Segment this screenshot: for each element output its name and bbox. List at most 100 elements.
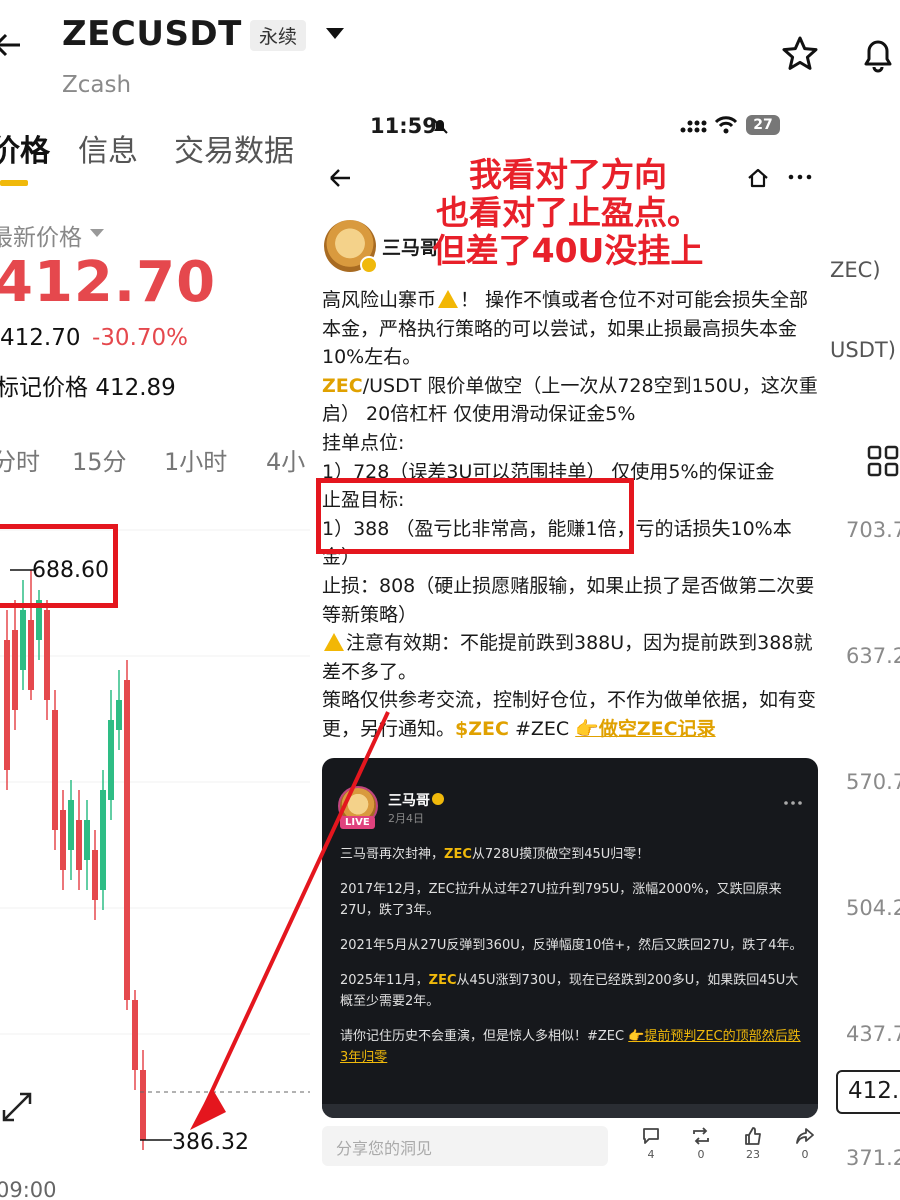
main-tabs: 价格 信息 交易数据 (0, 120, 310, 190)
interval-4h[interactable]: 4小 (266, 442, 305, 477)
mark-price-label: 标记价格 (0, 375, 88, 401)
time-axis-label: 09:00 (0, 1178, 57, 1200)
post-paragraph: 高风险山寨币！ 操作不慎或者仓位不对可能会损失全部本金，严格执行策略的可以尝试，… (322, 286, 820, 372)
star-icon[interactable] (780, 34, 820, 74)
hashtag-link[interactable]: #ZEC (509, 718, 575, 740)
zec-tag[interactable]: ZEC (322, 375, 363, 397)
share-icon (796, 1128, 814, 1144)
candle-body (20, 610, 26, 670)
quoted-paragraph: 三马哥再次封神，ZEC从728U摸顶做空到45U归零！ (340, 844, 806, 865)
candle-body (44, 610, 50, 700)
candle-body (84, 820, 90, 860)
pair-title[interactable]: ZECUSDT (62, 14, 242, 54)
signal-icon (680, 120, 707, 133)
warning-icon (438, 290, 459, 308)
candle-body (28, 620, 34, 690)
repost-action[interactable]: 0 (686, 1126, 716, 1161)
back-arrow-icon[interactable] (0, 30, 22, 60)
candle-body (108, 720, 114, 800)
quoted-paragraph: 2021年5月从27U反弹到360U，反弹幅度10倍+，然后又跌回27U，跌了4… (340, 938, 803, 953)
zec-tag[interactable]: ZEC (429, 973, 457, 988)
comment-bar: 分享您的洞见 4 0 23 0 (312, 1120, 830, 1180)
chevron-down-icon[interactable] (326, 28, 344, 39)
quoted-post-card[interactable]: LIVE 三马哥 2月4日 三马哥再次封神，ZEC从728U摸顶做空到45U归零… (322, 758, 818, 1118)
share-action[interactable]: 0 (790, 1126, 820, 1161)
candle-body (100, 790, 106, 890)
quoted-image-strip (322, 1104, 818, 1118)
quoted-post-text: 三马哥再次封神，ZEC从728U摸顶做空到45U归零！ 2017年12月，ZEC… (340, 844, 806, 1082)
phone-screenshot: 11:59 27 我看对了方向 也看对了止盈点。 但差了40U没挂上 三马哥 高… (312, 100, 830, 1180)
avatar[interactable] (324, 220, 378, 274)
post-paragraph: 止损：808（硬止损愿赌服输，如果止损了是否做第二次要等新策略） (322, 574, 815, 626)
tab-price[interactable]: 价格 (0, 126, 50, 170)
grid-view-icon[interactable] (866, 444, 900, 478)
candle-body (132, 1000, 138, 1070)
candle-body (92, 850, 98, 900)
repost-count: 0 (697, 1148, 705, 1161)
comment-count: 4 (647, 1148, 655, 1161)
post-paragraph: 挂单点位: (322, 431, 405, 454)
headline-line: 但差了40U没挂上 (432, 231, 704, 270)
expand-icon[interactable] (0, 1090, 34, 1124)
candle-body (116, 700, 122, 730)
candle-body (140, 1070, 146, 1140)
headline-annotation: 我看对了方向 也看对了止盈点。 但差了40U没挂上 (408, 156, 728, 270)
latest-price-label[interactable]: 最新价格 (0, 218, 82, 252)
post-text: 请你记住历史不会重演，但是惊人多相似！#ZEC (340, 1029, 629, 1044)
candle-body (4, 640, 10, 770)
warning-icon (324, 633, 344, 652)
tab-trading-data[interactable]: 交易数据 (174, 126, 294, 170)
sub-price: 412.70 (0, 325, 81, 351)
share-count: 0 (801, 1148, 809, 1161)
candle-body (60, 810, 66, 870)
quoted-paragraph: 2017年12月，ZEC拉升从过年27U拉升到795U，涨幅2000%，又跌回原… (340, 882, 782, 918)
post-text: 2025年11月， (340, 973, 429, 988)
interval-selector: 分时 15分 1小时 4小 (0, 442, 310, 482)
perpetual-badge: 永续 (250, 20, 307, 51)
axis-label: 570.7 (846, 770, 900, 794)
back-arrow-icon[interactable] (328, 166, 352, 190)
pair-subtitle: Zcash (62, 72, 132, 98)
post-text: /USDT 限价单做空（上一次从728空到150U，这次重启） 20倍杠杆 仅使… (322, 374, 818, 426)
live-badge: LIVE (340, 816, 375, 829)
more-horizontal-icon[interactable] (788, 172, 812, 182)
right-pair-fragment: ZEC) (830, 258, 881, 282)
mark-price: 标记价格 412.89 (0, 368, 176, 402)
home-icon[interactable] (746, 166, 770, 190)
caret-down-icon[interactable] (90, 229, 104, 237)
comment-action[interactable]: 4 (636, 1126, 666, 1161)
axis-label: 703.7 (846, 518, 900, 542)
candle-body (76, 820, 82, 870)
mark-price-value: 412.89 (95, 375, 176, 401)
post-paragraph: 策略仅供参考交流，控制好仓位，不作为做单依据，如有变更，另行通知。$ZEC #Z… (322, 686, 820, 743)
low-price-annotation: 386.32 (172, 1130, 249, 1155)
like-count: 23 (746, 1148, 760, 1161)
headline-line: 我看对了方向 (469, 155, 667, 194)
thumbs-up-icon (745, 1127, 761, 1145)
interval-15m[interactable]: 15分 (72, 442, 127, 477)
post-text: 三马哥再次封神， (340, 847, 445, 862)
wifi-icon (714, 116, 738, 134)
short-zec-record-link[interactable]: 👉做空ZEC记录 (575, 718, 715, 740)
like-action[interactable]: 23 (738, 1126, 768, 1161)
bell-icon[interactable] (858, 34, 898, 74)
post-paragraph: 注意有效期：不能提前跌到388U，因为提前跌到388就差不多了。 (322, 629, 820, 686)
comment-input[interactable]: 分享您的洞见 (322, 1126, 608, 1166)
candle-body (68, 800, 74, 850)
headline-line: 也看对了止盈点。 (436, 193, 700, 232)
zec-tag[interactable]: ZEC (444, 847, 472, 862)
price-change-percent: -30.70% (92, 325, 188, 351)
more-horizontal-icon[interactable] (784, 800, 802, 806)
candle-body (124, 680, 130, 1000)
interval-1h[interactable]: 1小时 (164, 442, 227, 477)
take-profit-highlight-box (316, 478, 634, 554)
bell-slash-icon (432, 118, 448, 134)
quoted-author-name[interactable]: 三马哥 (388, 790, 430, 810)
active-tab-indicator (0, 180, 28, 186)
cashtag-link[interactable]: $ZEC (455, 718, 509, 740)
tab-info[interactable]: 信息 (78, 126, 138, 170)
quoted-paragraph: 2025年11月，ZEC从45U涨到730U，现在已经跌到200多U，如果跌回4… (340, 970, 806, 1012)
comment-icon (643, 1128, 659, 1144)
axis-label: 504.2 (846, 896, 900, 920)
interval-timeline[interactable]: 分时 (0, 442, 40, 477)
